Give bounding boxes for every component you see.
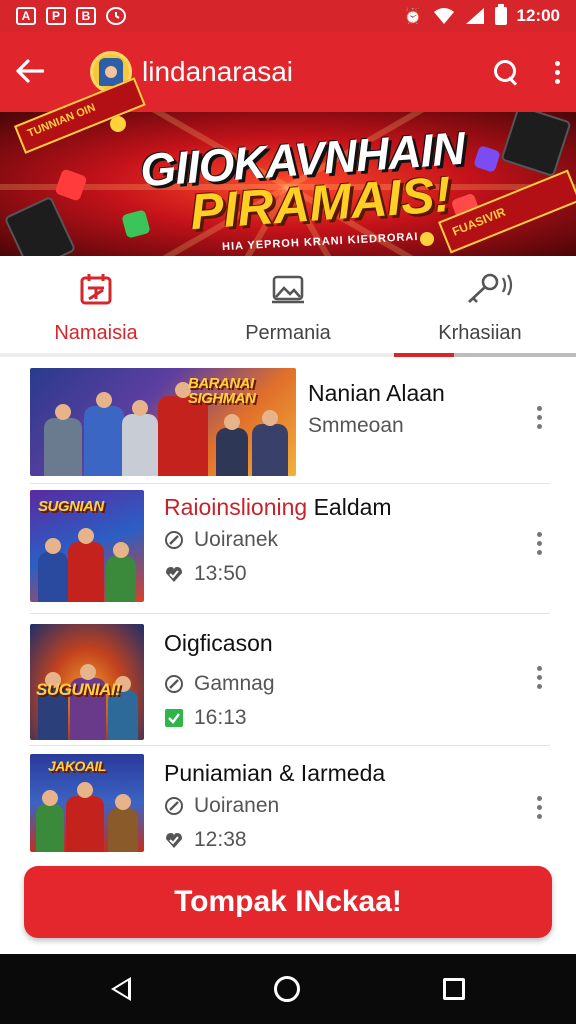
item-subtitle: Smmeoan (308, 414, 404, 437)
tab-label: Permania (245, 322, 331, 344)
more-vert-icon[interactable] (555, 60, 560, 84)
more-vert-icon[interactable] (537, 796, 542, 819)
phone-graphic (3, 195, 77, 256)
gift-box-graphic (54, 168, 88, 202)
thumbnail-label: JAKOAIL (48, 758, 106, 774)
item-title: Nanian Alaan (308, 380, 445, 406)
tab-bar: Namaisia Permania Krhasiian (0, 256, 576, 356)
notification-b-icon: B (76, 7, 96, 25)
phone-graphic (500, 112, 572, 178)
tab-indicator (0, 353, 576, 357)
tab-namaisia[interactable]: Namaisia (0, 256, 192, 356)
wifi-icon (433, 8, 454, 24)
battery-icon (494, 4, 507, 25)
list-item[interactable]: SUGUNIAI! Oigficason Gamnag 16:13 (30, 614, 550, 746)
item-meta-time: 13:50 (164, 562, 247, 586)
system-nav-bar (0, 954, 576, 1024)
pencil-circle-icon (165, 531, 183, 549)
clock-icon (106, 7, 126, 25)
tab-permania[interactable]: Permania (192, 256, 384, 356)
item-meta-time: 12:38 (164, 828, 247, 852)
signal-icon (465, 8, 484, 24)
coin-graphic (420, 232, 434, 246)
notification-p-icon: P (46, 7, 66, 25)
more-vert-icon[interactable] (537, 532, 542, 555)
page-title: lindanarasai (142, 56, 293, 87)
nav-home-icon[interactable] (273, 976, 300, 1002)
notification-a-icon: A (16, 7, 36, 25)
item-title: Raioinslioning Ealdam (164, 494, 392, 521)
list-item[interactable]: JAKOAIL Puniamian & Iarmeda Uoiranen 12:… (30, 746, 550, 852)
tab-label: Krhasiian (438, 322, 522, 344)
status-time: 12:00 (516, 6, 560, 25)
item-title-highlight: Raioinslioning (164, 494, 308, 520)
item-meta-time: 16:13 (164, 706, 247, 730)
calendar-icon (79, 272, 113, 306)
gift-box-graphic (473, 145, 501, 173)
more-vert-icon[interactable] (537, 406, 542, 429)
pencil-circle-icon (165, 675, 183, 693)
nav-recents-icon[interactable] (442, 978, 465, 1000)
game-thumbnail: SUGUNIAI! (30, 624, 144, 740)
game-thumbnail: JAKOAIL (30, 754, 144, 852)
pencil-circle-icon (165, 797, 183, 815)
image-icon (271, 272, 305, 306)
audio-key-icon (463, 272, 513, 306)
nav-back-icon[interactable] (111, 977, 132, 1001)
list-item[interactable]: SUGNIAN Raioinslioning Ealdam Uoiranek 1… (30, 484, 550, 614)
item-meta-author: Gamnag (164, 672, 275, 696)
alarm-icon: ⏰ (403, 8, 423, 25)
thumbnail-label: SUGNIAN (38, 498, 104, 515)
search-icon[interactable] (493, 59, 519, 85)
game-thumbnail: BARANAI SIGHMAN (30, 368, 296, 476)
heart-check-icon (166, 833, 182, 848)
list-item[interactable]: BARANAI SIGHMAN Nanian Alaan Smmeoan (30, 368, 550, 484)
item-title: Oigficason (164, 630, 273, 656)
game-thumbnail: SUGNIAN (30, 490, 144, 602)
more-vert-icon[interactable] (537, 666, 542, 689)
tab-krhasiian[interactable]: Krhasiian (384, 256, 576, 356)
status-bar: A P B ⏰ 12:00 (0, 0, 576, 32)
item-meta-author: Uoiranek (164, 528, 278, 552)
item-title-rest: Ealdam (313, 494, 392, 520)
status-system-icons: ⏰ 12:00 (403, 4, 560, 26)
item-title: Puniamian & Iarmeda (164, 760, 386, 786)
heart-check-icon (166, 567, 182, 582)
check-box-icon (165, 709, 183, 727)
tab-label: Namaisia (54, 322, 138, 344)
thumbnail-label: SUGUNIAI! (36, 680, 121, 699)
gift-box-graphic (121, 209, 151, 239)
thumbnail-label: BARANAI SIGHMAN (188, 375, 256, 407)
item-meta-author: Uoiranen (164, 794, 279, 818)
status-notification-icons: A P B (16, 7, 126, 25)
primary-cta-button[interactable]: Tompak INckaa! (24, 866, 552, 938)
arrow-left-icon[interactable] (16, 55, 64, 89)
